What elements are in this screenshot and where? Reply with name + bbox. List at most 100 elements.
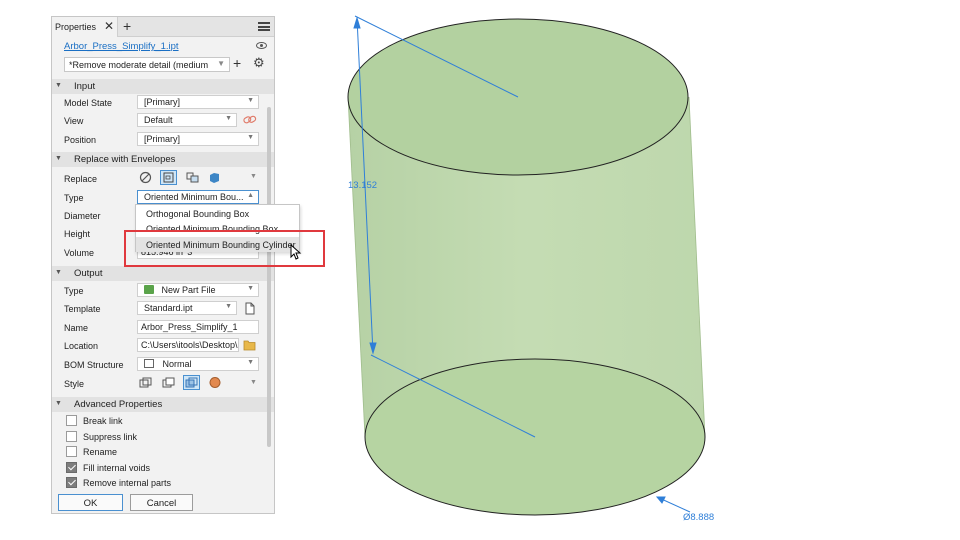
checkbox-remove-internal-parts[interactable] [66, 477, 77, 488]
section-output[interactable]: ▼ Output [52, 266, 274, 281]
composite-surface-icon [185, 377, 198, 388]
style-surface-button[interactable] [183, 375, 200, 390]
collapse-triangle-icon: ▼ [55, 269, 62, 276]
model-state-label: Model State [64, 98, 113, 108]
multi-body-icon [186, 172, 199, 183]
menu-icon[interactable] [258, 22, 270, 31]
position-value: [Primary] [144, 134, 180, 144]
position-label: Position [64, 135, 97, 145]
location-value: C:\Users\itools\Desktop\ [141, 340, 238, 350]
chevron-down-icon: ▼ [225, 115, 232, 122]
chevron-down-icon[interactable]: ▼ [250, 379, 257, 386]
checkbox-rename[interactable] [66, 446, 77, 457]
preset-value: *Remove moderate detail (medium [69, 60, 209, 70]
break-link-label: Break link [83, 416, 123, 426]
remove-internal-parts-label: Remove internal parts [83, 478, 172, 488]
panel-tab-bar: Properties ✕ + [52, 17, 274, 37]
chevron-down-icon: ▼ [247, 285, 254, 292]
ok-button[interactable]: OK [58, 494, 123, 511]
page: { "panel": { "tab_label": "Properties", … [0, 0, 960, 540]
multi-solid-icon [162, 377, 175, 388]
replace-each-body-button[interactable] [184, 170, 201, 185]
checkbox-break-link[interactable] [66, 415, 77, 426]
close-icon[interactable]: ✕ [104, 19, 114, 33]
checkbox-fill-internal-voids[interactable] [66, 462, 77, 473]
model-state-dropdown[interactable]: [Primary] ▼ [137, 95, 259, 109]
chevron-up-icon: ▲ [247, 192, 254, 199]
collapse-triangle-icon: ▼ [55, 400, 62, 407]
style-solid-per-body-button[interactable] [160, 375, 177, 390]
name-value: Arbor_Press_Simplify_1 [141, 322, 238, 332]
section-title: Input [74, 81, 96, 92]
height-label: Height [64, 229, 91, 239]
preset-dropdown[interactable]: *Remove moderate detail (medium ▼ [64, 57, 230, 72]
section-advanced-properties[interactable]: ▼ Advanced Properties [52, 397, 274, 412]
template-value: Standard.ipt [144, 303, 193, 313]
template-label: Template [64, 304, 101, 314]
mouse-cursor-icon [290, 244, 302, 260]
diameter-dimension-label[interactable]: Ø8.888 [683, 512, 714, 523]
envelope-type-value: Oriented Minimum Bou... [144, 192, 244, 202]
location-label: Location [64, 341, 99, 351]
bom-icon [144, 359, 154, 368]
paint-icon [209, 377, 221, 388]
position-dropdown[interactable]: [Primary] ▼ [137, 132, 259, 146]
bom-structure-label: BOM Structure [64, 360, 124, 370]
tab-properties[interactable]: Properties ✕ [52, 17, 118, 37]
output-type-label: Type [64, 286, 84, 296]
replace-box-button[interactable] [206, 170, 223, 185]
checkbox-suppress-link[interactable] [66, 431, 77, 442]
view-dropdown[interactable]: Default ▼ [137, 113, 237, 127]
bom-structure-dropdown[interactable]: Normal ▼ [137, 357, 259, 371]
chevron-down-icon: ▼ [217, 59, 225, 68]
output-type-dropdown[interactable]: New Part File ▼ [137, 283, 259, 297]
height-dimension-label[interactable]: 13.152 [348, 180, 377, 191]
chevron-down-icon: ▼ [247, 134, 254, 141]
new-part-icon [144, 285, 154, 294]
tab-label: Properties [55, 22, 97, 32]
document-icon[interactable] [244, 302, 256, 315]
chevron-down-icon: ▼ [247, 359, 254, 366]
output-type-value: New Part File [161, 285, 216, 295]
style-appearance-button[interactable] [207, 375, 224, 390]
section-input[interactable]: ▼ Input [52, 79, 274, 94]
name-input[interactable]: Arbor_Press_Simplify_1 [137, 320, 259, 334]
template-dropdown[interactable]: Standard.ipt ▼ [137, 301, 237, 315]
link-icon[interactable] [243, 114, 257, 126]
file-link[interactable]: Arbor_Press_Simplify_1.ipt [64, 41, 179, 52]
collapse-triangle-icon: ▼ [55, 155, 62, 162]
type-label: Type [64, 193, 84, 203]
fill-internal-voids-label: Fill internal voids [83, 463, 151, 473]
bom-structure-value: Normal [162, 359, 192, 369]
section-title: Replace with Envelopes [74, 154, 176, 165]
diameter-label: Diameter [64, 211, 101, 221]
collapse-triangle-icon: ▼ [55, 82, 62, 89]
chevron-down-icon[interactable]: ▼ [250, 173, 257, 180]
envelope-type-dropdown[interactable]: Oriented Minimum Bou... ▲ [137, 190, 259, 204]
folder-icon[interactable] [243, 339, 257, 351]
option-orthogonal-bounding-box[interactable]: Orthogonal Bounding Box [146, 209, 249, 219]
diameter-dimension [655, 496, 691, 513]
replace-none-button[interactable] [137, 170, 154, 185]
eye-icon[interactable] [256, 42, 267, 49]
add-tab-icon[interactable]: + [123, 18, 131, 34]
cancel-button[interactable]: Cancel [130, 494, 193, 511]
location-input[interactable]: C:\Users\itools\Desktop\ [137, 338, 239, 352]
panel-scrollbar[interactable] [267, 107, 271, 447]
gear-icon[interactable]: ⚙ [253, 55, 265, 71]
view-label: View [64, 116, 84, 126]
bounding-box-icon [163, 172, 174, 183]
name-label: Name [64, 323, 89, 333]
single-solid-icon [139, 377, 152, 388]
rename-label: Rename [83, 447, 118, 457]
section-title: Advanced Properties [74, 399, 163, 410]
section-replace-envelopes[interactable]: ▼ Replace with Envelopes [52, 152, 274, 167]
style-label: Style [64, 379, 85, 389]
volume-label: Volume [64, 248, 95, 258]
add-preset-icon[interactable]: + [233, 55, 241, 71]
graphics-viewport[interactable]: 13.152 Ø8.888 [290, 0, 960, 540]
replace-all-bodies-button[interactable] [160, 170, 177, 185]
section-title: Output [74, 268, 103, 279]
style-single-body-button[interactable] [137, 375, 154, 390]
chevron-down-icon: ▼ [247, 97, 254, 104]
